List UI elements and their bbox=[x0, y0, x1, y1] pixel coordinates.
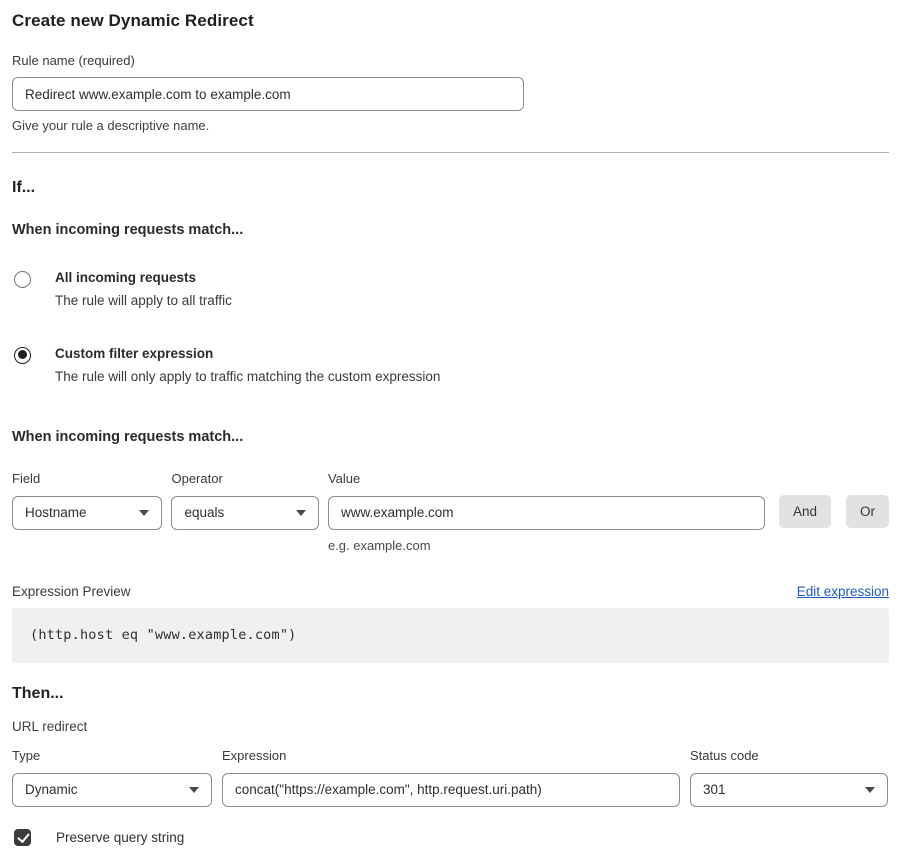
redirect-expression-label: Expression bbox=[222, 748, 680, 763]
type-column: Type Dynamic bbox=[12, 748, 212, 807]
redirect-expression-input[interactable] bbox=[222, 773, 680, 807]
filter-builder-row: Field Hostname Operator equals Value e.g… bbox=[12, 471, 889, 553]
operator-label: Operator bbox=[171, 471, 318, 486]
preserve-query-row[interactable]: Preserve query string bbox=[14, 829, 889, 846]
rule-name-section: Rule name (required) Give your rule a de… bbox=[12, 53, 889, 133]
operator-select[interactable]: equals bbox=[171, 496, 318, 530]
if-heading: If... bbox=[12, 179, 889, 197]
status-code-label: Status code bbox=[690, 748, 888, 763]
chevron-down-icon bbox=[189, 787, 199, 793]
all-incoming-texts: All incoming requests The rule will appl… bbox=[55, 270, 232, 308]
operator-select-value: equals bbox=[184, 505, 224, 520]
type-label: Type bbox=[12, 748, 212, 763]
match-heading: When incoming requests match... bbox=[12, 222, 889, 238]
preserve-query-checkbox[interactable] bbox=[14, 829, 31, 846]
edit-expression-link[interactable]: Edit expression bbox=[797, 584, 889, 599]
rule-name-input[interactable] bbox=[12, 77, 524, 111]
field-select[interactable]: Hostname bbox=[12, 496, 162, 530]
type-select[interactable]: Dynamic bbox=[12, 773, 212, 807]
then-heading: Then... bbox=[12, 685, 889, 703]
url-redirect-label: URL redirect bbox=[12, 719, 889, 734]
rule-name-helper: Give your rule a descriptive name. bbox=[12, 118, 889, 133]
section-divider bbox=[12, 152, 889, 153]
redirect-config-row: Type Dynamic Expression Status code 301 bbox=[12, 748, 889, 807]
custom-filter-label: Custom filter expression bbox=[55, 346, 440, 363]
expression-preview-label: Expression Preview bbox=[12, 584, 131, 599]
or-button[interactable]: Or bbox=[846, 495, 889, 528]
option-custom-filter[interactable]: Custom filter expression The rule will o… bbox=[14, 346, 889, 384]
chevron-down-icon bbox=[139, 510, 149, 516]
expression-preview-code: (http.host eq "www.example.com") bbox=[12, 608, 889, 663]
all-incoming-radio[interactable] bbox=[14, 271, 31, 288]
all-incoming-label: All incoming requests bbox=[55, 270, 232, 287]
preserve-query-label: Preserve query string bbox=[56, 830, 184, 845]
operator-column: Operator equals bbox=[171, 471, 318, 530]
field-select-value: Hostname bbox=[25, 505, 87, 520]
expression-preview-section: Expression Preview Edit expression (http… bbox=[12, 584, 889, 663]
status-code-select-value: 301 bbox=[703, 782, 726, 797]
chevron-down-icon bbox=[865, 787, 875, 793]
value-column: Value e.g. example.com bbox=[328, 471, 765, 553]
value-input[interactable] bbox=[328, 496, 765, 530]
rule-name-label: Rule name (required) bbox=[12, 53, 889, 68]
redirect-expression-column: Expression bbox=[222, 748, 680, 807]
expression-preview-header: Expression Preview Edit expression bbox=[12, 584, 889, 599]
page-title: Create new Dynamic Redirect bbox=[12, 11, 889, 31]
type-select-value: Dynamic bbox=[25, 782, 78, 797]
chevron-down-icon bbox=[296, 510, 306, 516]
all-incoming-description: The rule will apply to all traffic bbox=[55, 293, 232, 308]
value-helper: e.g. example.com bbox=[328, 538, 765, 553]
create-redirect-form: Create new Dynamic Redirect Rule name (r… bbox=[0, 0, 901, 859]
status-code-select[interactable]: 301 bbox=[690, 773, 888, 807]
value-label: Value bbox=[328, 471, 765, 486]
custom-filter-texts: Custom filter expression The rule will o… bbox=[55, 346, 440, 384]
custom-filter-description: The rule will only apply to traffic matc… bbox=[55, 369, 440, 384]
filter-heading: When incoming requests match... bbox=[12, 429, 889, 445]
field-column: Field Hostname bbox=[12, 471, 162, 530]
and-button[interactable]: And bbox=[779, 495, 831, 528]
field-label: Field bbox=[12, 471, 162, 486]
status-code-column: Status code 301 bbox=[690, 748, 888, 807]
custom-filter-radio[interactable] bbox=[14, 347, 31, 364]
option-all-incoming[interactable]: All incoming requests The rule will appl… bbox=[14, 270, 889, 308]
